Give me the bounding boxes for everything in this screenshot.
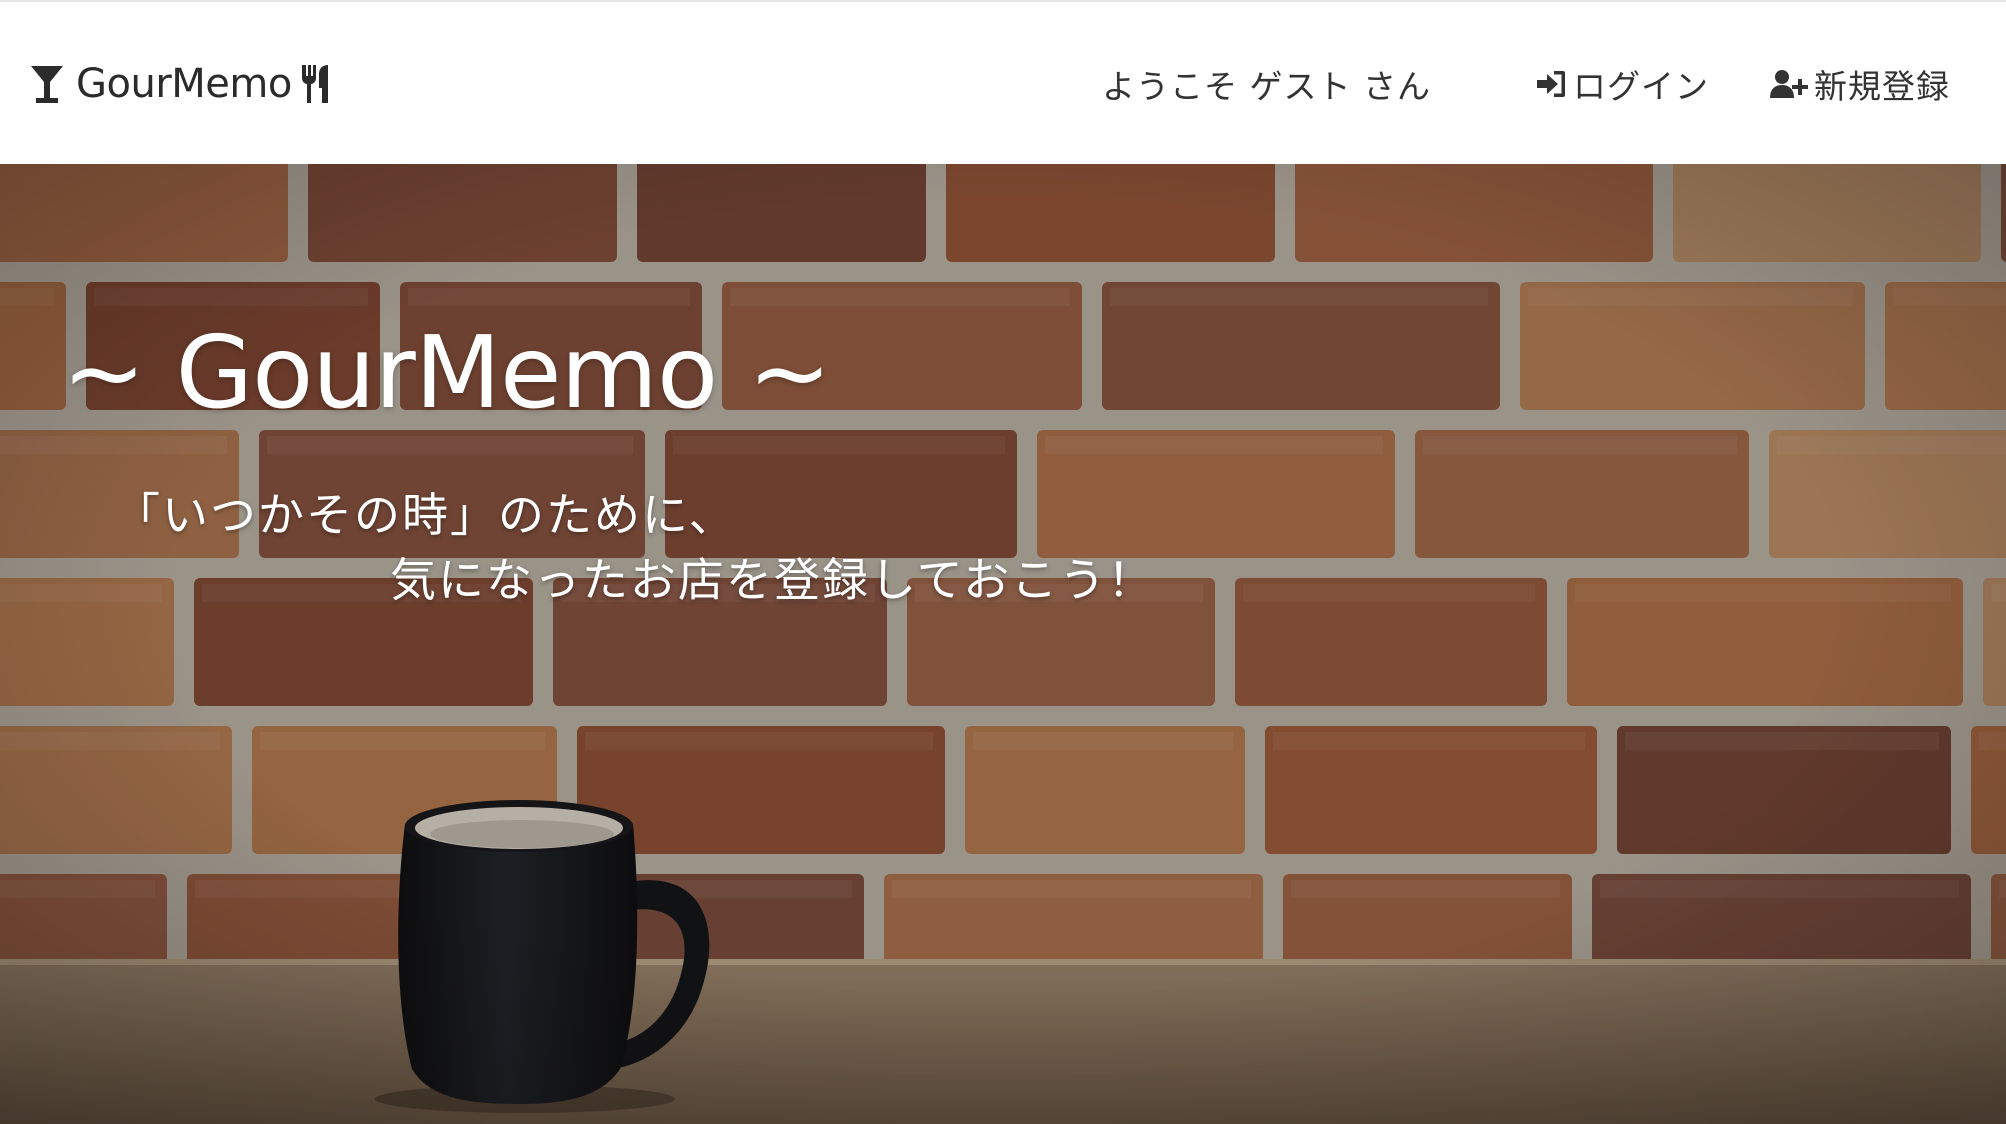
cocktail-glass-icon: [30, 64, 64, 104]
brand-link[interactable]: GourMemo: [30, 57, 334, 111]
user-plus-icon: [1770, 69, 1808, 99]
top-navbar: GourMemo ようこそ ゲスト さん ログイン 新規登録: [0, 0, 2006, 164]
login-label: ログイン: [1573, 67, 1709, 106]
hero-tagline-line1: 「いつかその時」のために、: [114, 488, 737, 542]
welcome-text: ようこそ ゲスト さん: [1102, 67, 1431, 106]
hero-overlay: [0, 164, 2006, 1124]
fork-knife-icon: [300, 64, 334, 104]
hero-tagline-line2: 気になったお店を登録しておこう！: [390, 553, 1156, 607]
hero-banner: ~ GourMemo ~ 「いつかその時」のために、 気になったお店を登録してお…: [0, 164, 2006, 1124]
hero-title: ~ GourMemo ~: [62, 314, 832, 431]
brand-name: GourMemo: [76, 61, 292, 107]
signup-label: 新規登録: [1814, 67, 1950, 106]
login-link[interactable]: ログイン: [1535, 60, 1709, 108]
sign-in-icon: [1535, 69, 1567, 99]
signup-link[interactable]: 新規登録: [1770, 60, 1950, 108]
